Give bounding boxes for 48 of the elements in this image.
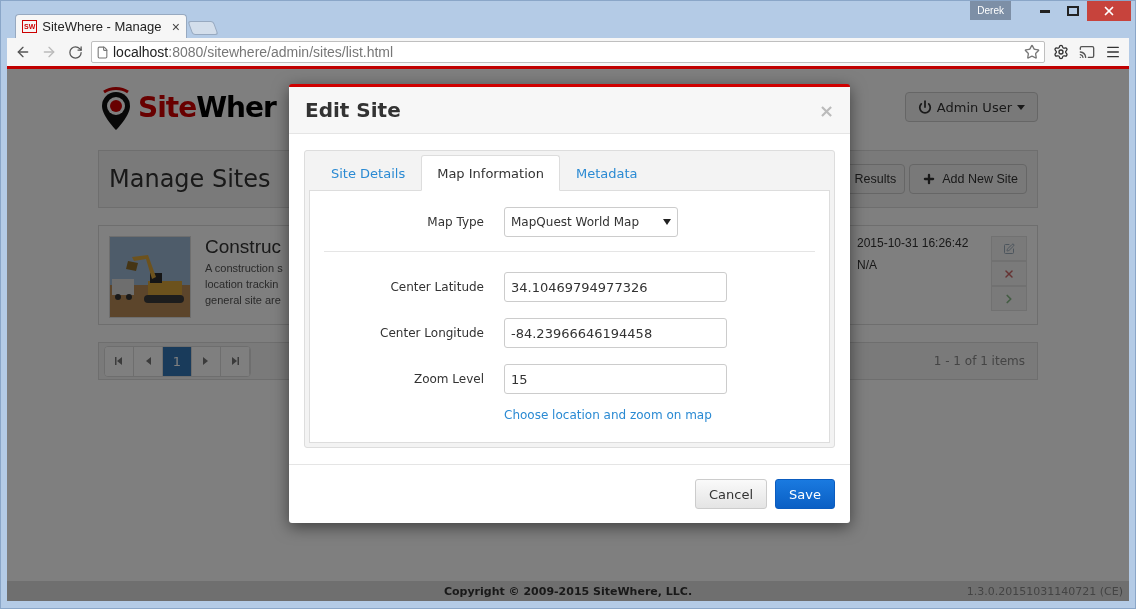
- site-description: A construction s location trackin general site are: [205, 261, 283, 308]
- updated-date: N/A: [857, 258, 877, 272]
- field-label: Map Type: [426, 215, 484, 229]
- edit-button[interactable]: [991, 236, 1027, 261]
- profile-badge[interactable]: Derek: [970, 1, 1011, 20]
- dialog-tab[interactable]: Metadata: [560, 155, 654, 191]
- user-menu-button[interactable]: Admin User: [904, 92, 1038, 122]
- input-field[interactable]: -84.23966646194458: [504, 318, 727, 348]
- star-icon[interactable]: [1024, 44, 1040, 60]
- copyright-text: Copyright © 2009-2015 SiteWhere, LLC.: [443, 584, 693, 598]
- input-field[interactable]: 15: [504, 364, 727, 394]
- previous-icon: [144, 357, 152, 365]
- add-site-button[interactable]: Add New Site: [909, 164, 1027, 194]
- dialog-title: Edit Site: [305, 98, 401, 122]
- first-page-button[interactable]: [105, 346, 134, 376]
- save-button[interactable]: Save: [775, 479, 835, 509]
- logo-text: SiteWher: [138, 90, 276, 124]
- close-icon: [1102, 4, 1116, 18]
- maximize-icon: [1067, 6, 1079, 16]
- map-type-select[interactable]: MapQuest World Map: [504, 207, 678, 237]
- page-icon: [96, 45, 109, 59]
- address-bar[interactable]: localhost:8080/sitewhere/admin/sites/list.html: [91, 41, 1045, 63]
- url-text: localhost:8080/sitewhere/admin/sites/list.html: [113, 44, 394, 60]
- delete-icon: [1003, 267, 1015, 280]
- page-button[interactable]: 1: [163, 346, 192, 376]
- tab-title: SiteWhere - Manage: [42, 19, 163, 34]
- new-tab-button[interactable]: [187, 21, 219, 35]
- field-label: Center Latitude: [389, 280, 484, 294]
- input-field[interactable]: 34.10469794977326: [504, 272, 727, 302]
- minimize-icon: [1040, 9, 1050, 13]
- created-date: 2015-10-31 16:26:42: [857, 236, 969, 250]
- field-label: Center Longitude: [379, 326, 484, 340]
- last-page-icon: [231, 357, 239, 365]
- next-icon: [202, 357, 210, 365]
- settings-icon[interactable]: [1051, 42, 1071, 62]
- field-label: Zoom Level: [412, 372, 484, 386]
- cancel-button[interactable]: Cancel: [695, 479, 768, 509]
- map-link[interactable]: Choose location and zoom on map: [504, 408, 815, 422]
- site-name: Construc: [205, 236, 282, 258]
- plus-icon: [922, 172, 937, 186]
- delete-button[interactable]: [991, 261, 1027, 286]
- first-page-icon: [115, 357, 123, 365]
- dialog-tab[interactable]: Site Details: [315, 155, 422, 191]
- dialog-tab[interactable]: Map Information: [421, 155, 560, 191]
- page-title: Manage Sites: [109, 165, 271, 193]
- tab-close-button[interactable]: ×: [171, 18, 180, 35]
- edit-icon: [1003, 242, 1015, 255]
- power-icon: [917, 100, 932, 114]
